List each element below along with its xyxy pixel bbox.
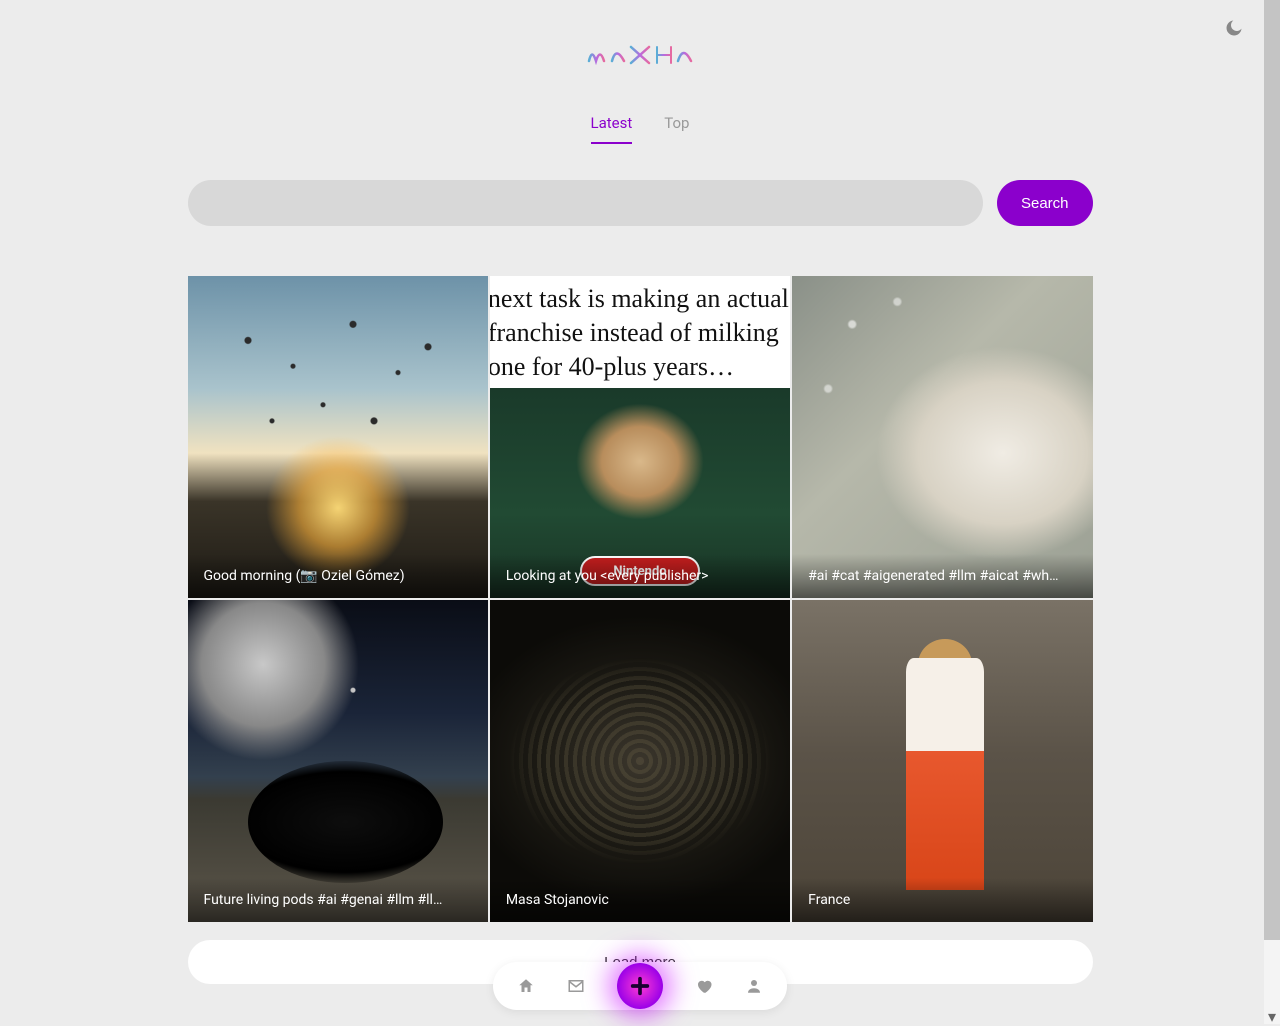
plus-icon bbox=[629, 975, 651, 997]
user-icon bbox=[745, 977, 763, 995]
card-caption: #ai #cat #aigenerated #llm #aicat #wh… bbox=[792, 554, 1092, 598]
scroll-down-icon[interactable]: ▾ bbox=[1264, 1008, 1280, 1024]
nav-home[interactable] bbox=[517, 977, 535, 995]
feed-tabs: Latest Top bbox=[188, 114, 1093, 144]
grid-card[interactable]: Good morning (📷 Oziel Gómez) bbox=[188, 276, 488, 598]
grid-card[interactable]: next task is making an actual franchise … bbox=[490, 276, 790, 598]
heart-icon bbox=[695, 977, 713, 995]
card-image: next task is making an actual franchise … bbox=[490, 276, 790, 598]
card-caption: Masa Stojanovic bbox=[490, 878, 790, 922]
search-button[interactable]: Search bbox=[997, 180, 1093, 226]
card-image bbox=[792, 276, 1092, 598]
search-input[interactable] bbox=[188, 180, 983, 226]
card-image bbox=[188, 276, 488, 598]
tab-latest[interactable]: Latest bbox=[591, 114, 633, 144]
meme-text: next task is making an actual franchise … bbox=[490, 282, 790, 383]
nav-mail[interactable] bbox=[567, 977, 585, 995]
nav-profile[interactable] bbox=[745, 977, 763, 995]
wave-logo-icon bbox=[585, 40, 695, 70]
card-image bbox=[188, 600, 488, 922]
card-caption: Future living pods #ai #genai #llm #ll… bbox=[188, 878, 488, 922]
nav-favorites[interactable] bbox=[695, 977, 713, 995]
card-caption: France bbox=[792, 878, 1092, 922]
card-image bbox=[490, 600, 790, 922]
bottom-nav bbox=[493, 962, 787, 1010]
card-caption: Looking at you <every publisher> bbox=[490, 554, 790, 598]
scrollbar-thumb[interactable] bbox=[1264, 0, 1280, 940]
card-caption: Good morning (📷 Oziel Gómez) bbox=[188, 554, 488, 598]
nav-add[interactable] bbox=[617, 963, 663, 1009]
tab-top[interactable]: Top bbox=[664, 114, 689, 144]
moon-icon bbox=[1224, 18, 1244, 38]
card-image bbox=[792, 600, 1092, 922]
grid-card[interactable]: #ai #cat #aigenerated #llm #aicat #wh… bbox=[792, 276, 1092, 598]
home-icon bbox=[517, 977, 535, 995]
brand-logo[interactable] bbox=[188, 40, 1093, 74]
grid-card[interactable]: Masa Stojanovic bbox=[490, 600, 790, 922]
grid-card[interactable]: France bbox=[792, 600, 1092, 922]
grid-card[interactable]: Future living pods #ai #genai #llm #ll… bbox=[188, 600, 488, 922]
image-grid: Good morning (📷 Oziel Gómez) next task i… bbox=[188, 276, 1093, 922]
search-row: Search bbox=[188, 180, 1093, 226]
scrollbar[interactable]: ▴ ▾ bbox=[1264, 0, 1280, 1024]
theme-toggle[interactable] bbox=[1224, 18, 1244, 38]
mail-icon bbox=[567, 977, 585, 995]
